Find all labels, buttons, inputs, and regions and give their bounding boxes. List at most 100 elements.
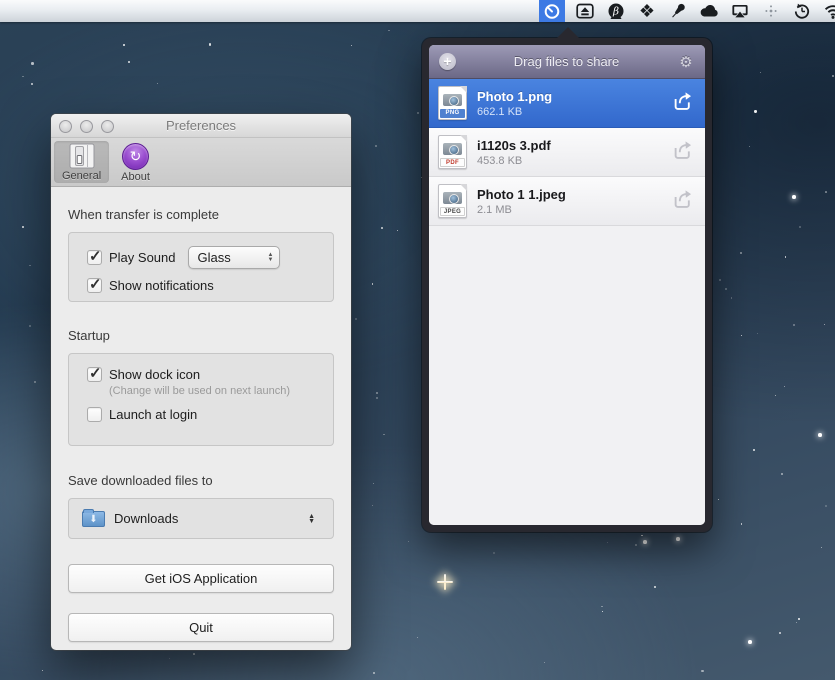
file-list: PNG Photo 1.png 662.1 KB PDF bbox=[429, 79, 705, 226]
star bbox=[544, 662, 545, 663]
star bbox=[643, 540, 647, 544]
settings-gear-icon[interactable]: ⚙ bbox=[677, 53, 695, 71]
star bbox=[749, 146, 750, 147]
transfer-section-label: When transfer is complete bbox=[68, 207, 334, 222]
stepper-arrows-icon: ▲▼ bbox=[308, 514, 320, 524]
time-machine-icon[interactable] bbox=[791, 0, 813, 22]
star bbox=[824, 324, 825, 325]
play-sound-checkbox[interactable]: ✓ bbox=[87, 250, 102, 265]
star bbox=[128, 61, 130, 63]
star bbox=[796, 622, 797, 623]
save-section-label: Save downloaded files to bbox=[68, 473, 334, 488]
star bbox=[381, 227, 382, 228]
get-ios-app-button[interactable]: Get iOS Application bbox=[68, 564, 334, 593]
dropbox-icon[interactable]: ❖ bbox=[636, 0, 658, 22]
star bbox=[818, 433, 822, 437]
app-transfer-icon[interactable] bbox=[539, 0, 565, 22]
star bbox=[754, 110, 756, 112]
show-dock-icon-checkbox[interactable]: ✓ bbox=[87, 367, 102, 382]
show-notifications-label: Show notifications bbox=[109, 278, 214, 293]
share-popover: + Drag files to share ⚙ PNG Photo 1.png … bbox=[422, 38, 712, 532]
traffic-lights bbox=[59, 114, 114, 138]
star bbox=[740, 252, 742, 254]
star bbox=[22, 76, 24, 78]
star bbox=[388, 30, 389, 31]
close-button[interactable] bbox=[59, 120, 72, 133]
star bbox=[355, 318, 356, 319]
star bbox=[31, 62, 34, 65]
file-size: 662.1 KB bbox=[477, 105, 671, 119]
wifi-icon[interactable] bbox=[822, 0, 835, 22]
star bbox=[753, 449, 755, 451]
file-size: 453.8 KB bbox=[477, 154, 671, 168]
star bbox=[372, 283, 374, 285]
star bbox=[779, 632, 781, 634]
star bbox=[123, 44, 125, 46]
star bbox=[607, 542, 608, 543]
zoom-button[interactable] bbox=[101, 120, 114, 133]
airplay-icon[interactable] bbox=[729, 0, 751, 22]
popover-title: Drag files to share bbox=[456, 54, 677, 69]
star bbox=[372, 505, 374, 507]
star bbox=[351, 45, 352, 46]
star bbox=[42, 670, 43, 671]
share-icon[interactable] bbox=[671, 90, 693, 117]
star bbox=[741, 335, 742, 336]
tab-about[interactable]: ↻ About bbox=[113, 141, 158, 184]
add-file-button[interactable]: + bbox=[439, 53, 456, 70]
beta-app-icon[interactable]: β bbox=[605, 0, 627, 22]
light-switch-icon bbox=[69, 143, 95, 169]
quit-button[interactable]: Quit bbox=[68, 613, 334, 642]
menu-bar-tray: β ❖ bbox=[539, 0, 835, 22]
eject-box-icon[interactable] bbox=[574, 0, 596, 22]
share-icon[interactable] bbox=[671, 188, 693, 215]
downloads-folder-icon bbox=[82, 511, 105, 527]
tab-general[interactable]: General bbox=[54, 141, 109, 183]
file-row[interactable]: JPEG Photo 1 1.jpeg 2.1 MB bbox=[429, 177, 705, 226]
bright-star bbox=[437, 574, 453, 590]
bluetooth-dots-icon[interactable] bbox=[760, 0, 782, 22]
star bbox=[832, 75, 834, 77]
file-row[interactable]: PDF i1120s 3.pdf 453.8 KB bbox=[429, 128, 705, 177]
sound-select-value: Glass bbox=[198, 250, 268, 265]
drop-zone[interactable] bbox=[429, 226, 705, 525]
jpeg-file-icon: JPEG bbox=[438, 184, 467, 218]
dock-change-note: (Change will be used on next launch) bbox=[109, 385, 315, 397]
file-row[interactable]: PNG Photo 1.png 662.1 KB bbox=[429, 79, 705, 128]
star bbox=[760, 72, 761, 73]
play-sound-label: Play Sound bbox=[109, 250, 176, 265]
star bbox=[383, 434, 385, 436]
sound-select[interactable]: Glass ▲▼ bbox=[188, 246, 280, 269]
show-notifications-checkbox[interactable]: ✓ bbox=[87, 278, 102, 293]
minimize-button[interactable] bbox=[80, 120, 93, 133]
file-meta: i1120s 3.pdf 453.8 KB bbox=[477, 137, 671, 168]
save-folder-select[interactable]: Downloads ▲▼ bbox=[68, 498, 334, 539]
star bbox=[373, 672, 375, 674]
preferences-window: Preferences General ↻ About When transfe… bbox=[51, 114, 351, 650]
star bbox=[31, 83, 34, 86]
pushpin-icon[interactable] bbox=[667, 0, 689, 22]
file-size: 2.1 MB bbox=[477, 203, 671, 217]
cloud-icon[interactable] bbox=[698, 0, 720, 22]
about-app-icon: ↻ bbox=[122, 143, 149, 170]
star bbox=[676, 537, 680, 541]
star bbox=[799, 226, 801, 228]
file-meta: Photo 1.png 662.1 KB bbox=[477, 88, 671, 119]
star bbox=[601, 606, 602, 607]
file-name: Photo 1 1.jpeg bbox=[477, 186, 671, 203]
star bbox=[376, 392, 378, 394]
star bbox=[635, 544, 637, 546]
share-icon[interactable] bbox=[671, 139, 693, 166]
star bbox=[825, 505, 827, 507]
star bbox=[701, 670, 704, 673]
star bbox=[29, 265, 31, 267]
show-dock-icon-label: Show dock icon bbox=[109, 367, 200, 382]
star bbox=[417, 112, 419, 114]
tab-about-label: About bbox=[121, 171, 150, 183]
star bbox=[641, 535, 642, 536]
star bbox=[157, 83, 158, 84]
launch-at-login-checkbox[interactable] bbox=[87, 407, 102, 422]
title-bar[interactable]: Preferences bbox=[51, 114, 351, 138]
file-meta: Photo 1 1.jpeg 2.1 MB bbox=[477, 186, 671, 217]
file-name: Photo 1.png bbox=[477, 88, 671, 105]
